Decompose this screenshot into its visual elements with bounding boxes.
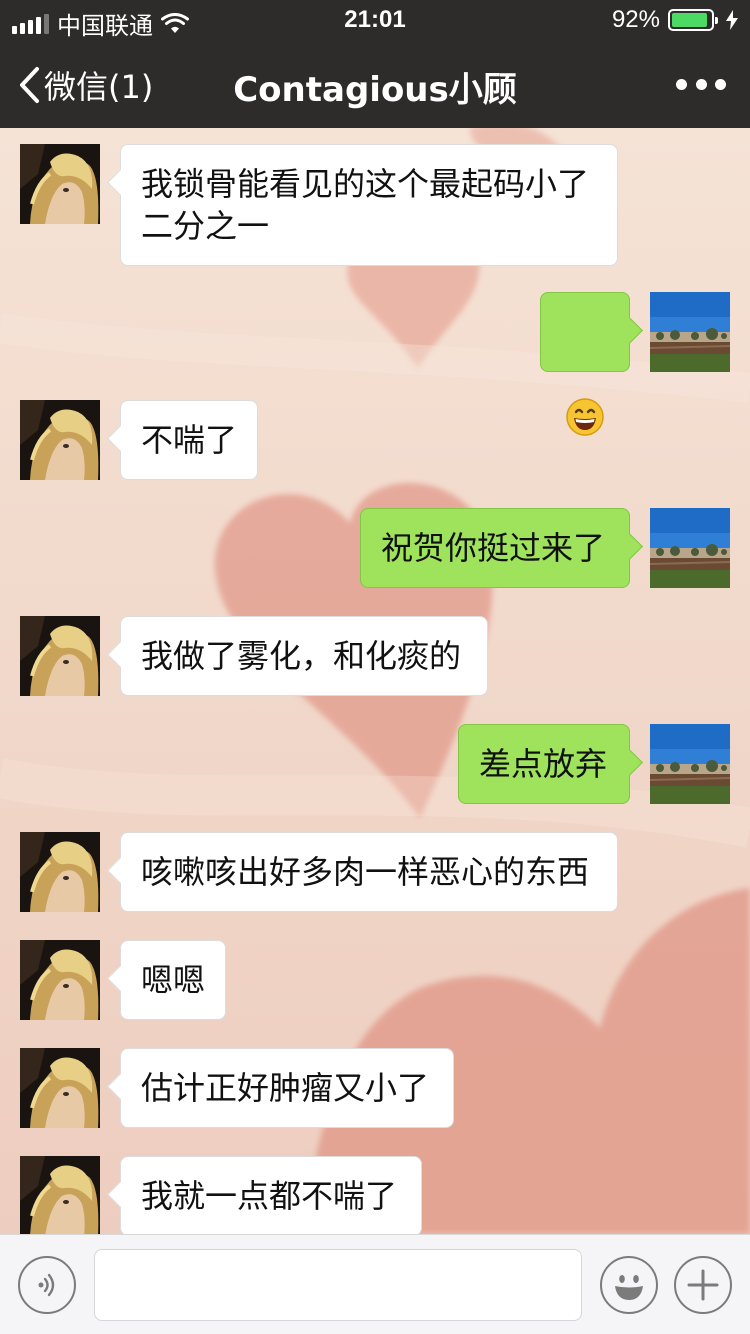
emoji-button[interactable]	[600, 1256, 658, 1314]
contact-avatar-image	[20, 940, 100, 1020]
message-row: 差点放弃	[0, 724, 750, 804]
my-avatar-image	[650, 724, 730, 804]
my-avatar[interactable]	[650, 724, 730, 804]
contact-avatar[interactable]	[20, 144, 100, 224]
message-text: 不喘了	[141, 421, 238, 459]
contact-avatar[interactable]	[20, 1156, 100, 1234]
message-text: 嗯嗯	[141, 961, 206, 999]
contact-avatar-image	[20, 616, 100, 696]
back-button[interactable]: 微信(1)	[18, 62, 153, 108]
message-bubble-outgoing[interactable]: 差点放弃	[458, 724, 630, 804]
message-bubble-incoming[interactable]: 估计正好肿瘤又小了	[120, 1048, 454, 1128]
contact-avatar[interactable]	[20, 1048, 100, 1128]
message-bubble-incoming[interactable]: 咳嗽咳出好多肉一样恶心的东西	[120, 832, 618, 912]
message-row	[0, 292, 750, 436]
contact-avatar-image	[20, 832, 100, 912]
message-row: 估计正好肿瘤又小了	[0, 1048, 750, 1128]
my-avatar-image	[650, 508, 730, 588]
back-label: 微信(1)	[44, 68, 154, 106]
message-bubble-incoming[interactable]: 不喘了	[120, 400, 258, 480]
chevron-left-icon	[20, 67, 39, 103]
battery-group: 92%	[612, 6, 738, 34]
charging-bolt-icon	[726, 10, 738, 30]
message-text: 我就一点都不喘了	[141, 1177, 398, 1215]
chat-message-list[interactable]: 我锁骨能看见的这个最起码小了 二分之一 不喘了 祝贺你挺过来了 我做了雾化，和化…	[0, 128, 750, 1234]
message-bubble-incoming[interactable]: 我就一点都不喘了	[120, 1156, 422, 1234]
input-bar	[0, 1234, 750, 1334]
battery-percent: 92%	[611, 6, 660, 33]
more-dot	[715, 78, 726, 90]
contact-avatar[interactable]	[20, 940, 100, 1020]
message-bubble-incoming[interactable]: 我做了雾化，和化痰的	[120, 616, 488, 696]
message-input[interactable]	[94, 1249, 582, 1321]
message-text: 我做了雾化，和化痰的	[141, 637, 462, 675]
message-row: 我就一点都不喘了	[0, 1156, 750, 1234]
message-bubble-outgoing[interactable]	[540, 292, 630, 436]
contact-avatar-image	[20, 1048, 100, 1128]
more-dot	[695, 78, 707, 90]
contact-avatar[interactable]	[20, 400, 100, 480]
message-row: 咳嗽咳出好多肉一样恶心的东西	[0, 832, 750, 912]
emoji-icon	[615, 1275, 643, 1300]
contact-avatar[interactable]	[20, 616, 100, 696]
message-bubble-incoming[interactable]: 嗯嗯	[120, 940, 226, 1020]
message-row: 嗯嗯	[0, 940, 750, 1020]
my-avatar[interactable]	[650, 508, 730, 588]
message-text: 咳嗽咳出好多肉一样恶心的东西	[141, 853, 590, 891]
message-text: 估计正好肿瘤又小了	[141, 1069, 430, 1107]
battery-icon	[668, 9, 718, 31]
contact-avatar-image	[20, 1156, 100, 1234]
more-dot	[676, 78, 687, 90]
message-text: 差点放弃	[479, 745, 608, 783]
message-bubble-incoming[interactable]: 我锁骨能看见的这个最起码小了 二分之一	[120, 144, 618, 266]
message-row: 我锁骨能看见的这个最起码小了 二分之一	[0, 144, 750, 266]
battery-fill	[672, 13, 707, 27]
grinning-face-icon	[566, 398, 604, 436]
status-bar: 中国联通 21:01 92%	[0, 0, 750, 40]
message-bubble-outgoing[interactable]: 祝贺你挺过来了	[360, 508, 630, 588]
nav-bar: 微信(1) Contagious小顾	[0, 40, 750, 128]
more-button[interactable]	[676, 70, 726, 98]
contact-avatar-image	[20, 144, 100, 224]
voice-button[interactable]	[18, 1256, 76, 1314]
contact-avatar-image	[20, 400, 100, 480]
voice-icon	[38, 1273, 55, 1297]
add-button[interactable]	[674, 1256, 732, 1314]
message-row: 我做了雾化，和化痰的	[0, 616, 750, 696]
message-row: 祝贺你挺过来了	[0, 508, 750, 588]
message-text: 我锁骨能看见的这个最起码小了 二分之一	[141, 165, 590, 245]
contact-avatar[interactable]	[20, 832, 100, 912]
message-text: 祝贺你挺过来了	[381, 529, 606, 567]
plus-icon	[687, 1269, 719, 1301]
message-row: 不喘了	[0, 400, 750, 480]
